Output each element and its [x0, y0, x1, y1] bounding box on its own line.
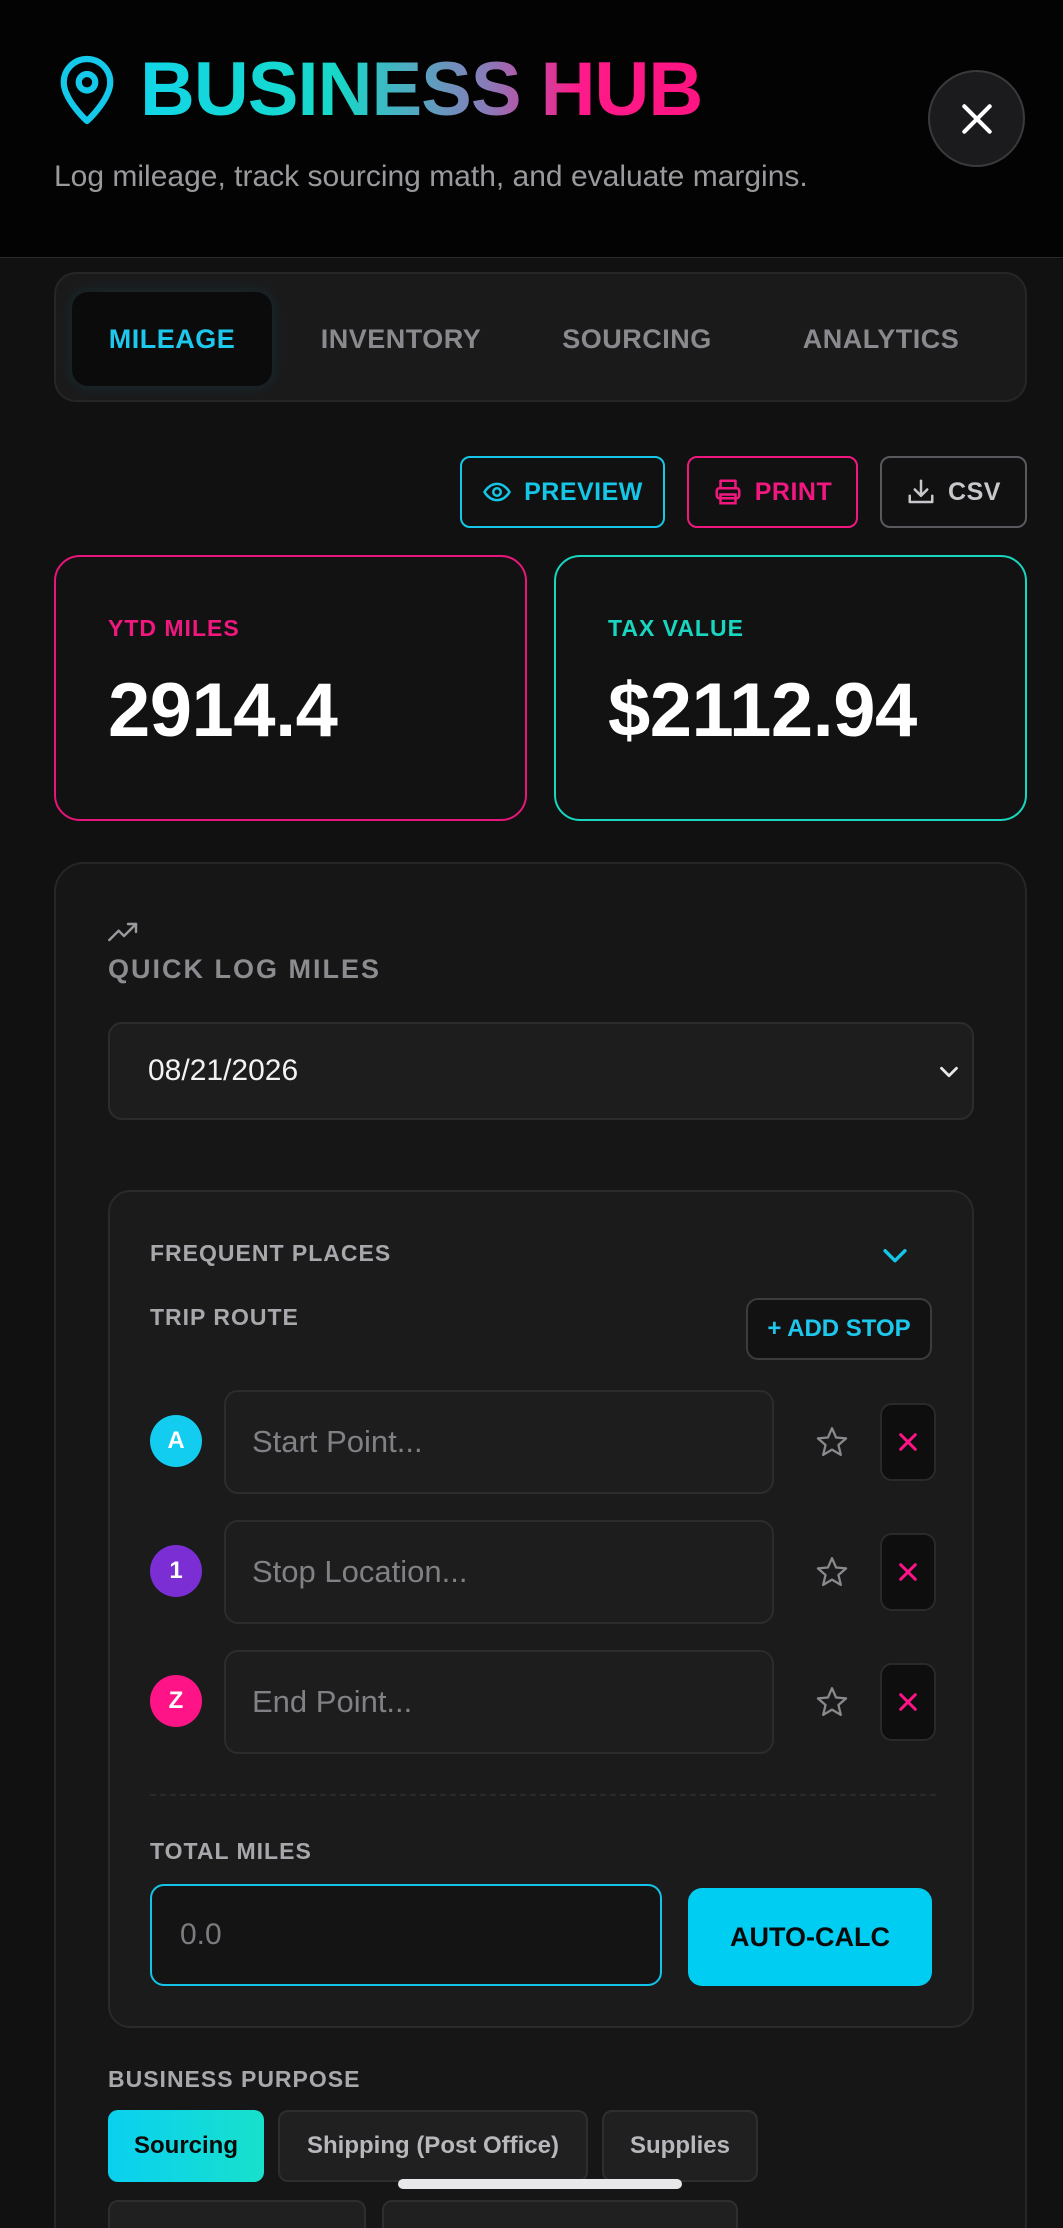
tab-inventory[interactable]: INVENTORY	[296, 292, 506, 386]
ytd-miles-value: 2914.4	[108, 668, 338, 753]
end-point-input[interactable]	[224, 1650, 774, 1754]
purpose-chip-sourcing[interactable]: Sourcing	[108, 2110, 264, 2182]
trip-route-label: TRIP ROUTE	[150, 1304, 299, 1330]
route-stop-row: Z	[150, 1650, 936, 1754]
close-icon	[899, 1563, 917, 1581]
trending-up-icon	[108, 922, 138, 942]
stop-badge: 1	[150, 1545, 202, 1597]
tab-mileage[interactable]: MILEAGE	[72, 292, 272, 386]
download-icon	[908, 479, 934, 504]
date-picker[interactable]: 08/21/2026	[108, 1022, 974, 1120]
favorite-star-button[interactable]	[808, 1418, 856, 1466]
favorite-star-button[interactable]	[808, 1678, 856, 1726]
favorite-star-button[interactable]	[808, 1548, 856, 1596]
chevron-down-icon	[940, 1066, 958, 1078]
printer-icon	[715, 479, 741, 505]
brand: BUSINESS HUB	[56, 47, 703, 132]
tab-analytics[interactable]: ANALYTICS	[766, 292, 996, 386]
close-icon	[899, 1433, 917, 1451]
total-miles-label: TOTAL MILES	[150, 1838, 312, 1864]
remove-stop-button[interactable]	[880, 1533, 936, 1611]
purpose-chip-supplies[interactable]: Supplies	[602, 2110, 758, 2182]
close-icon	[961, 103, 992, 134]
auto-calc-button[interactable]: AUTO-CALC	[688, 1888, 932, 1986]
tax-value-label: TAX VALUE	[608, 615, 744, 641]
total-miles-input[interactable]	[150, 1884, 662, 1986]
ytd-miles-label: YTD MILES	[108, 615, 240, 641]
purpose-chip-partial[interactable]	[382, 2200, 738, 2228]
star-icon	[816, 1687, 848, 1717]
page-subtitle: Log mileage, track sourcing math, and ev…	[54, 160, 808, 193]
tab-sourcing[interactable]: SOURCING	[532, 292, 742, 386]
eye-icon	[483, 482, 512, 502]
print-button[interactable]: PRINT	[687, 456, 858, 528]
csv-export-button[interactable]: CSV	[880, 456, 1027, 528]
route-stop-row: 1	[150, 1520, 936, 1624]
close-icon	[899, 1693, 917, 1711]
header: BUSINESS HUB Log mileage, track sourcing…	[0, 0, 1063, 258]
business-purpose-label: BUSINESS PURPOSE	[108, 2066, 361, 2092]
csv-label: CSV	[948, 477, 1001, 506]
date-value: 08/21/2026	[148, 1054, 299, 1087]
ytd-miles-card: YTD MILES 2914.4	[54, 555, 527, 821]
tax-value-amount: $2112.94	[608, 668, 917, 753]
divider	[150, 1794, 936, 1796]
preview-button[interactable]: PREVIEW	[460, 456, 665, 528]
start-point-input[interactable]	[224, 1390, 774, 1494]
stop-location-input[interactable]	[224, 1520, 774, 1624]
map-pin-icon	[60, 55, 114, 125]
home-indicator	[398, 2179, 682, 2189]
stop-badge: A	[150, 1415, 202, 1467]
page-title: BUSINESS HUB	[140, 47, 703, 132]
stop-badge: Z	[150, 1675, 202, 1727]
star-icon	[816, 1427, 848, 1457]
tab-bar: MILEAGE INVENTORY SOURCING ANALYTICS	[54, 272, 1027, 402]
remove-stop-button[interactable]	[880, 1663, 936, 1741]
route-stop-row: A	[150, 1390, 936, 1494]
frequent-places-toggle-icon[interactable]	[878, 1238, 912, 1272]
preview-label: PREVIEW	[524, 477, 643, 506]
trip-route-panel: FREQUENT PLACES TRIP ROUTE + ADD STOP A …	[108, 1190, 974, 2028]
close-button[interactable]	[928, 70, 1025, 167]
purpose-chip-partial[interactable]	[108, 2200, 366, 2228]
star-icon	[816, 1557, 848, 1587]
frequent-places-label: FREQUENT PLACES	[150, 1240, 392, 1266]
quick-log-title: QUICK LOG MILES	[108, 954, 381, 984]
add-stop-button[interactable]: + ADD STOP	[746, 1298, 932, 1360]
quick-log-card: QUICK LOG MILES 08/21/2026 FREQUENT PLAC…	[54, 862, 1027, 2228]
purpose-chip-shipping[interactable]: Shipping (Post Office)	[278, 2110, 588, 2182]
remove-stop-button[interactable]	[880, 1403, 936, 1481]
tax-value-card: TAX VALUE $2112.94	[554, 555, 1027, 821]
print-label: PRINT	[754, 477, 833, 506]
